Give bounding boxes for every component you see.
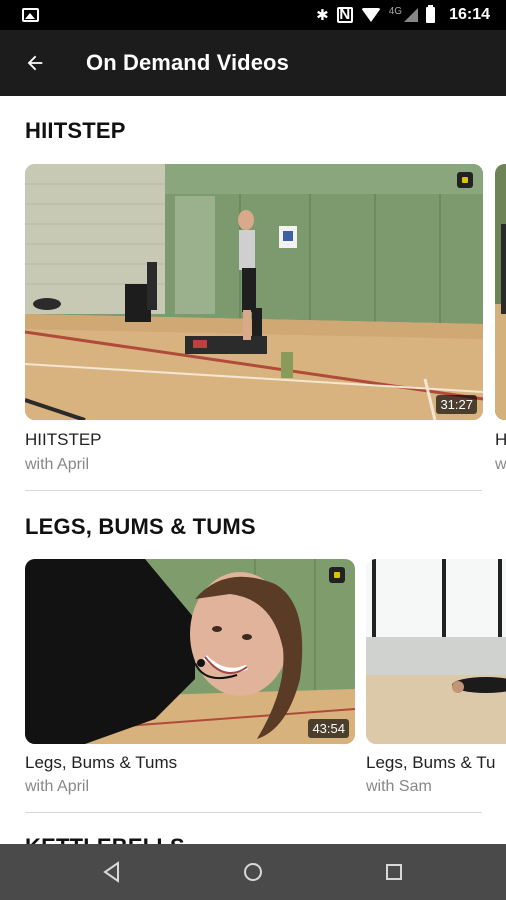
studio-stretch-scene (366, 559, 506, 744)
video-title: H (495, 430, 506, 449)
image-icon (22, 8, 39, 22)
app-bar: On Demand Videos (0, 30, 506, 96)
status-time: 16:14 (449, 6, 490, 23)
signal-icon (404, 8, 419, 22)
video-title: HIITSTEP (25, 430, 102, 449)
video-title: Legs, Bums & Tu (366, 753, 496, 772)
video-card[interactable]: H w (495, 164, 506, 484)
video-thumbnail[interactable] (495, 164, 506, 420)
nfc-icon: N (336, 7, 353, 23)
video-card[interactable]: 43:54 Legs, Bums & Tums with April (25, 559, 355, 799)
status-bar: ✱ N 4G 16:14 (0, 0, 506, 30)
video-instructor: with April (25, 456, 90, 473)
app-badge-icon (457, 172, 473, 188)
app-badge-icon (329, 567, 345, 583)
video-thumbnail[interactable]: 43:54 (25, 559, 355, 744)
nav-back-button[interactable] (98, 858, 128, 886)
video-thumbnail[interactable]: 31:27 (25, 164, 483, 420)
section-title-kettlebells: KETTLEBELLS (25, 834, 185, 844)
back-button[interactable] (18, 47, 52, 79)
battery-icon (426, 5, 436, 23)
nav-home-icon (244, 863, 262, 881)
page-title: On Demand Videos (86, 50, 289, 75)
nav-recents-button[interactable] (379, 858, 409, 886)
section-divider (25, 490, 482, 491)
video-thumbnail[interactable] (366, 559, 506, 744)
video-instructor: w (495, 456, 506, 473)
video-title: Legs, Bums & Tums (25, 753, 178, 772)
video-instructor: with Sam (366, 778, 432, 795)
video-list[interactable]: HIITSTEP 31:27 HIITSTEP with April H w L… (0, 96, 506, 844)
video-duration: 43:54 (308, 719, 349, 738)
nav-home-button[interactable] (238, 858, 268, 886)
video-card[interactable]: 31:27 HIITSTEP with April (25, 164, 483, 484)
gym-step-scene (25, 164, 483, 420)
arrow-left-icon (27, 55, 43, 71)
gym-scene (495, 164, 506, 420)
video-card[interactable]: Legs, Bums & Tu with Sam (366, 559, 506, 799)
nav-recents-icon (386, 864, 402, 880)
section-divider (25, 812, 482, 813)
bluetooth-icon: ✱ (316, 7, 329, 24)
system-nav-bar (0, 844, 506, 900)
video-duration: 31:27 (436, 395, 477, 414)
status-icons: ✱ N 4G 16:14 (316, 0, 490, 30)
section-title-hiitstep: HIITSTEP (25, 118, 126, 143)
nav-back-icon (103, 861, 119, 883)
section-title-legs-bums-tums: LEGS, BUMS & TUMS (25, 514, 256, 539)
instructor-selfie-scene (25, 559, 355, 744)
wifi-icon (360, 8, 381, 22)
network-type: 4G (388, 5, 403, 17)
video-instructor: with April (25, 778, 90, 795)
